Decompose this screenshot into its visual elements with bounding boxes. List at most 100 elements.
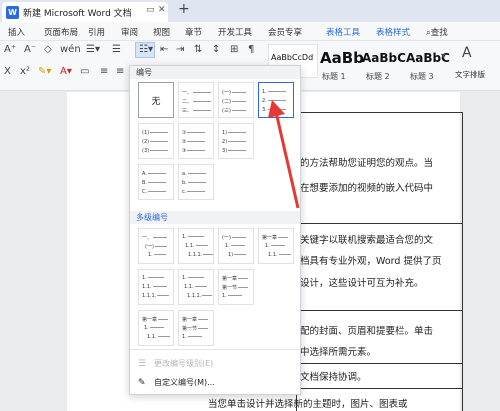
highlight-icon[interactable]: ✎▾ (38, 66, 51, 77)
table-row-border (296, 112, 462, 113)
table-row-border (296, 388, 462, 389)
restore-icon[interactable]: ▭ (146, 5, 155, 15)
font-color-icon[interactable]: A▾ (60, 66, 72, 77)
search-label: 查找 (430, 28, 448, 38)
menu-page-layout[interactable]: 页面布局 (44, 26, 78, 38)
list-level-icon: ☰ (138, 358, 147, 369)
char-border-icon[interactable]: ▭ (80, 66, 89, 77)
custom-numbering-item[interactable]: ✎ 自定义编号(M)... (138, 377, 215, 388)
numbering-option[interactable]: (一) (二) (三) (218, 82, 254, 118)
multilevel-option[interactable]: 第一章 第一节 1. (178, 310, 214, 346)
numbering-option[interactable]: 1) 2) 3) (218, 123, 254, 159)
option-level-label: a. (182, 171, 187, 177)
option-level-label: (一) (222, 90, 231, 96)
align-left-icon[interactable]: ≡ (100, 66, 108, 77)
option-level-label: (二) (222, 99, 231, 105)
search-button[interactable]: ⌕查找 (426, 26, 448, 38)
multilevel-option[interactable]: 一、 (一) 1. (138, 228, 174, 264)
menu-references[interactable]: 引用 (88, 26, 105, 38)
option-level-label: 一、 (182, 90, 193, 96)
custom-numbering-label: 自定义编号(M)... (154, 378, 215, 387)
multilevel-option[interactable]: 第一章 第一节 1. (218, 269, 254, 305)
numbering-option[interactable]: 一、 二、 三、 (178, 82, 214, 118)
menu-insert[interactable]: 插入 (8, 26, 25, 38)
option-level-label: (三) (222, 108, 231, 114)
numbering-option-selected[interactable]: 1. 2. 3. (258, 82, 294, 118)
style-heading2[interactable]: AaBbC 标题 2 (362, 44, 406, 81)
document-text-line: 设计，这些设计可互为补充。 (300, 278, 424, 289)
bullet-list-2-icon[interactable]: ☰ (112, 44, 121, 55)
bullet-list-icon[interactable]: ☰▾ (86, 44, 100, 55)
decrease-font-icon[interactable]: A⁻ (24, 44, 36, 55)
option-level-label: 第一节 (182, 326, 198, 332)
option-level-label: 3) (222, 148, 228, 154)
option-level-label: 1. (265, 243, 270, 249)
superscript-icon[interactable]: x² (20, 66, 30, 77)
document-text-line: 档具有专业外观，Word 提供了页 (300, 256, 442, 267)
option-level-label: 一、 (142, 235, 153, 241)
option-level-label: 1. (182, 275, 187, 281)
document-text-line: 的方法帮助您证明您的观点。当 (300, 158, 434, 169)
numbering-option-none[interactable]: 无 (138, 82, 174, 118)
menu-developer[interactable]: 开发工具 (218, 26, 252, 38)
line-spacing-icon[interactable]: ↕ (212, 44, 220, 55)
menu-table-style[interactable]: 表格样式 (376, 26, 410, 38)
numbering-option[interactable]: (1) (2) (3) (138, 123, 174, 159)
dropdown-divider (130, 349, 300, 350)
numbering-option[interactable]: ① ② ③ (178, 123, 214, 159)
table-row-border (296, 223, 462, 224)
numbering-option[interactable]: a. b. c. (178, 164, 214, 200)
numbering-option[interactable]: A. B. C. (138, 164, 174, 200)
option-level-label: c. (182, 189, 187, 195)
menu-member[interactable]: 会员专享 (268, 26, 302, 38)
option-level-label: 1. (182, 334, 187, 340)
align-center-icon[interactable]: ≡ (116, 66, 124, 77)
new-tab-button[interactable]: + (178, 1, 190, 17)
style-heading1[interactable]: AaBb 标题 1 (318, 44, 364, 81)
document-text-line: 在想要添加的视频的嵌入代码中 (300, 183, 434, 194)
multilevel-option[interactable]: (一) 1. 1) (218, 228, 254, 264)
option-level-label: 1. (182, 234, 187, 240)
style-heading1-sample: AaBb (320, 49, 364, 67)
document-text-line: 中选择所需元素。 (300, 347, 377, 358)
multilevel-option[interactable]: 1. 1.1. 1.1.1. (178, 269, 214, 305)
menu-view[interactable]: 视图 (153, 26, 170, 38)
strikethrough-icon[interactable]: X (4, 66, 11, 77)
decrease-indent-icon[interactable]: ⇤ (160, 44, 168, 55)
option-level-label: 1.1. (184, 284, 194, 290)
table-row-border (296, 310, 462, 311)
option-level-label: 1.1.1. (188, 252, 203, 258)
styles-expand-icon[interactable]: ▾ (441, 51, 446, 62)
pinyin-icon[interactable]: wén (60, 44, 81, 55)
sort-icon[interactable]: ⇅ (194, 44, 202, 55)
edit-icon: ✎ (138, 377, 146, 388)
option-level-label: (1) (142, 130, 150, 136)
text-layout-label[interactable]: 文字排版 (455, 69, 485, 80)
multilevel-option[interactable]: 第一章 1. 1.1. (258, 228, 294, 264)
menu-review[interactable]: 审阅 (121, 26, 138, 38)
increase-indent-icon[interactable]: ⇥ (176, 44, 184, 55)
wps-writer-icon: W (6, 5, 19, 19)
option-level-label: 第一章 (222, 276, 238, 282)
menu-table-tools[interactable]: 表格工具 (326, 26, 360, 38)
multilevel-option[interactable]: 第一章 1. 1.1. (138, 310, 174, 346)
menu-section[interactable]: 章节 (185, 26, 202, 38)
option-level-label: 1. (222, 293, 227, 299)
close-tab-icon[interactable]: ✕ (158, 5, 166, 15)
text-layout-icon[interactable]: A (462, 45, 472, 61)
multilevel-option[interactable]: 1. 1.1. 1.1.1. (138, 269, 174, 305)
clear-format-icon[interactable]: ◇ (44, 44, 52, 55)
option-level-label: 3. (262, 107, 267, 113)
numbering-dropdown: 编号 无 一、 二、 三、 (一) (二) (三) 1. 2. 3. (1) (… (129, 65, 301, 395)
option-level-label: 1. (262, 89, 267, 95)
change-level-item[interactable]: ☰ 更改编号级别(E) (138, 358, 213, 369)
numbering-none-label: 无 (151, 96, 161, 107)
show-marks-icon[interactable]: ¶ (248, 44, 254, 55)
multilevel-option[interactable]: 1. 1.1. 1.1.1. (178, 228, 214, 264)
document-tab[interactable]: W 新建 Microsoft Word 文档 (2, 2, 168, 22)
table-icon[interactable]: ⊞ (230, 44, 238, 55)
option-level-label: C. (142, 189, 148, 195)
increase-font-icon[interactable]: A⁺ (4, 44, 16, 55)
document-text-line: 文档保持协调。 (300, 372, 367, 383)
option-level-label: (一) (222, 235, 231, 241)
